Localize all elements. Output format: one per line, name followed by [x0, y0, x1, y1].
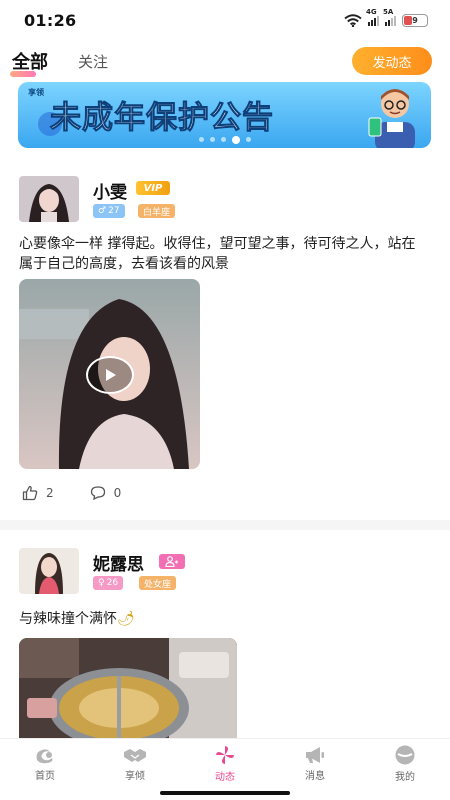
- zodiac-badge: 处女座: [139, 576, 177, 590]
- female-icon: ♀: [98, 578, 105, 588]
- signal-icon: 4G: [366, 8, 379, 26]
- avatar[interactable]: [19, 176, 79, 222]
- banner-dot[interactable]: [198, 137, 204, 142]
- play-icon: [106, 369, 116, 381]
- signal-2-label: 5A: [383, 8, 394, 16]
- post-text[interactable]: 心要像伞一样 撑得起。收得住，望可望之事，待可待之人，站在属于自己的高度，去看该…: [19, 234, 429, 274]
- banner-title: 未成年保护公告: [50, 100, 274, 137]
- status-bar: 01:26 4G 5A 9: [0, 0, 450, 40]
- verified-badge: [159, 554, 185, 569]
- tab-all[interactable]: 全部: [10, 48, 48, 77]
- bottom-nav: 首页 享倾 动态 消息 我的: [0, 738, 450, 788]
- nav-dynamic-label: 动态: [215, 771, 235, 783]
- post-actions: 2 0: [22, 485, 157, 501]
- people-icon: [165, 556, 178, 567]
- like-count: 2: [46, 486, 54, 500]
- post-text-content: 与辣味撞个满怀: [19, 611, 117, 627]
- banner-dot-active[interactable]: [231, 136, 240, 144]
- tab-follow[interactable]: 关注: [78, 51, 108, 72]
- male-icon: ♂: [98, 206, 107, 216]
- nav-dynamic[interactable]: 动态: [180, 739, 270, 788]
- handshake-icon: [124, 748, 146, 762]
- nav-home[interactable]: 首页: [0, 739, 90, 788]
- nav-profile-label: 我的: [395, 771, 415, 783]
- zodiac-badge: 白羊座: [138, 204, 176, 218]
- comment-icon: [90, 486, 105, 501]
- post-video[interactable]: [19, 279, 200, 469]
- nav-home-label: 首页: [35, 770, 55, 782]
- age-badge: ♂ 27: [93, 204, 125, 218]
- banner-pagination: [18, 136, 431, 144]
- post-text[interactable]: 与辣味撞个满怀🌶: [19, 609, 429, 629]
- nav-messages[interactable]: 消息: [270, 739, 360, 788]
- comment-count: 0: [113, 486, 122, 500]
- age-value: 26: [106, 578, 119, 588]
- home-indicator[interactable]: [160, 791, 290, 795]
- spicy-emoji-icon: 🌶: [117, 611, 135, 627]
- username[interactable]: 小雯: [93, 178, 127, 203]
- username[interactable]: 妮露思: [93, 550, 144, 575]
- age-badge: ♀ 26: [93, 576, 124, 590]
- feed-tabs: 全部 关注 发动态: [0, 44, 450, 78]
- profile-icon: [395, 745, 415, 764]
- wifi-icon: [344, 13, 362, 27]
- signal-1-label: 4G: [366, 8, 377, 16]
- vip-badge: VIP: [136, 181, 170, 195]
- thumbs-up-icon: [22, 485, 38, 501]
- home-icon: [36, 748, 53, 763]
- play-button[interactable]: [86, 356, 134, 394]
- battery-icon: 9: [402, 13, 428, 27]
- post-dynamic-button[interactable]: 发动态: [352, 47, 432, 75]
- banner-brand: 享领: [28, 88, 44, 97]
- nav-share-label: 享倾: [125, 770, 145, 782]
- post-image[interactable]: [19, 638, 237, 748]
- status-time: 01:26: [24, 10, 77, 30]
- banner-dot[interactable]: [220, 137, 226, 142]
- nav-profile[interactable]: 我的: [360, 739, 450, 788]
- nav-share[interactable]: 享倾: [90, 739, 180, 788]
- banner-dot[interactable]: [209, 137, 215, 142]
- signal-icon-2: 5A: [383, 8, 396, 26]
- age-value: 27: [108, 206, 120, 216]
- section-divider: [0, 520, 450, 530]
- avatar[interactable]: [19, 548, 79, 594]
- like-button[interactable]: 2: [22, 485, 54, 501]
- megaphone-icon: [306, 746, 324, 763]
- status-icons: 4G 5A 9: [344, 8, 428, 27]
- minor-protection-banner[interactable]: 享领 未成年保护公告: [18, 82, 431, 148]
- pinwheel-icon: [216, 745, 234, 764]
- battery-level: 9: [412, 15, 418, 25]
- comment-button[interactable]: 0: [90, 485, 122, 501]
- nav-messages-label: 消息: [305, 770, 325, 782]
- banner-dot[interactable]: [245, 137, 251, 142]
